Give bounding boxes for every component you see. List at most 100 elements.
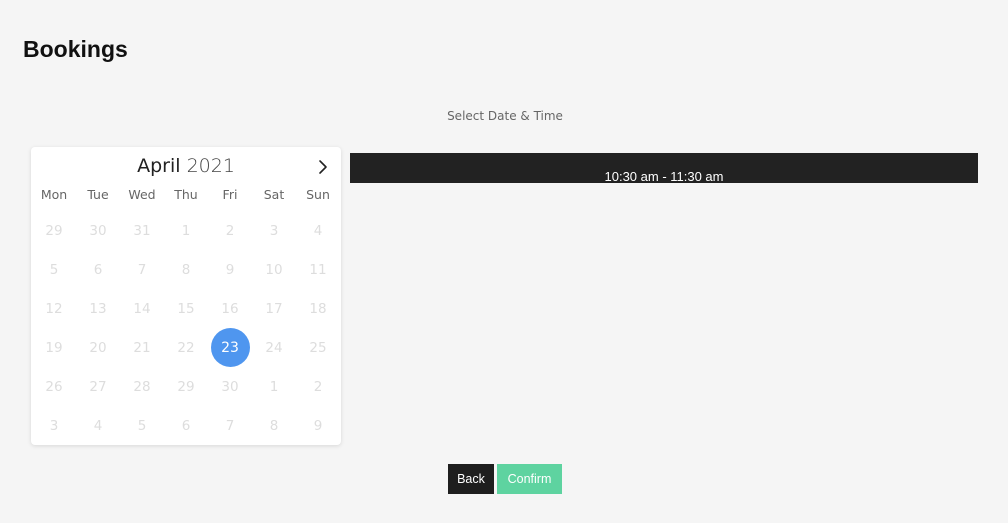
calendar-day[interactable]: 9 [208,250,252,289]
calendar-day-number: 8 [181,261,191,278]
calendar-day[interactable]: 8 [252,406,296,445]
calendar-day[interactable]: 24 [252,328,296,367]
calendar-day[interactable]: 6 [164,406,208,445]
calendar-header: April 2021 [31,155,341,179]
calendar-day[interactable]: 14 [120,289,164,328]
calendar-day[interactable]: 25 [296,328,340,367]
calendar-day-number: 30 [221,378,239,395]
calendar-day[interactable]: 30 [76,211,120,250]
next-month-button[interactable] [313,157,333,177]
calendar-day[interactable]: 12 [32,289,76,328]
date-picker-calendar: April 2021 Mon Tue Wed Thu Fri Sat Sun 29 30 31 1… [31,147,341,445]
weekday-label: Sun [306,187,330,202]
calendar-day-number: 6 [181,417,191,434]
weekday-label: Sat [263,187,285,202]
calendar-day[interactable]: 7 [120,250,164,289]
calendar-day-number: 27 [89,378,107,395]
calendar-day[interactable]: 7 [208,406,252,445]
weekday-label: Tue [87,187,109,202]
calendar-day-number: 31 [133,222,151,239]
calendar-day-number: 6 [93,261,103,278]
calendar-day-number: 22 [177,339,195,356]
calendar-day-number: 10 [265,261,283,278]
calendar-day[interactable]: 6 [76,250,120,289]
calendar-day-number: 16 [221,300,239,317]
select-date-time-label: Select Date & Time [447,109,563,123]
calendar-day-selected[interactable]: 23 [208,328,252,367]
calendar-day[interactable]: 8 [164,250,208,289]
calendar-day-number: 13 [89,300,107,317]
calendar-day[interactable]: 3 [32,406,76,445]
calendar-day-number: 17 [265,300,283,317]
calendar-day-number: 30 [89,222,107,239]
weekday-label: Mon [40,187,68,202]
calendar-day-number: 2 [313,378,323,395]
calendar-day-number: 9 [313,417,323,434]
calendar-day-number: 7 [137,261,147,278]
calendar-day-number: 29 [177,378,195,395]
calendar-day-number: 1 [269,378,279,395]
calendar-day-number: 1 [181,222,191,239]
calendar-day-number: 11 [309,261,327,278]
calendar-day-number: 8 [269,417,279,434]
calendar-day[interactable]: 29 [32,211,76,250]
calendar-day-number: 4 [313,222,323,239]
chevron-right-icon [319,160,327,174]
calendar-day-number: 19 [45,339,63,356]
calendar-day[interactable]: 28 [120,367,164,406]
calendar-day[interactable]: 26 [32,367,76,406]
calendar-day[interactable]: 3 [252,211,296,250]
calendar-day[interactable]: 9 [296,406,340,445]
calendar-day-number: 21 [133,339,151,356]
calendar-day[interactable]: 22 [164,328,208,367]
calendar-day-number: 12 [45,300,63,317]
calendar-day-number: 24 [265,339,283,356]
calendar-day[interactable]: 5 [32,250,76,289]
weekday-label: Fri [222,187,238,202]
calendar-day-number: 29 [45,222,63,239]
back-button[interactable]: Back [448,464,494,494]
calendar-month: April [137,155,181,177]
calendar-day[interactable]: 5 [120,406,164,445]
calendar-day[interactable]: 1 [252,367,296,406]
calendar-day-number: 23 [210,328,250,367]
calendar-day-number: 5 [137,417,147,434]
calendar-day-number: 15 [177,300,195,317]
calendar-day-number: 5 [49,261,59,278]
bookings-page: Bookings Select Date & Time April 2021 M… [0,0,1008,523]
calendar-day[interactable]: 2 [208,211,252,250]
calendar-day[interactable]: 20 [76,328,120,367]
calendar-day[interactable]: 16 [208,289,252,328]
time-slot-button[interactable]: 10:30 am - 11:30 am [350,153,978,183]
calendar-day-number: 2 [225,222,235,239]
weekday-label: Thu [174,187,198,202]
calendar-day[interactable]: 10 [252,250,296,289]
calendar-day-number: 7 [225,417,235,434]
calendar-day-number: 26 [45,378,63,395]
calendar-day[interactable]: 19 [32,328,76,367]
calendar-day-number: 28 [133,378,151,395]
calendar-day[interactable]: 11 [296,250,340,289]
calendar-day[interactable]: 29 [164,367,208,406]
calendar-day-number: 18 [309,300,327,317]
weekday-header-row: Mon Tue Wed Thu Fri Sat Sun [32,187,340,203]
calendar-day-number: 4 [93,417,103,434]
calendar-day[interactable]: 31 [120,211,164,250]
calendar-day-number: 3 [49,417,59,434]
calendar-day[interactable]: 21 [120,328,164,367]
calendar-day[interactable]: 2 [296,367,340,406]
page-title: Bookings [23,36,128,62]
calendar-day[interactable]: 27 [76,367,120,406]
calendar-day[interactable]: 4 [76,406,120,445]
calendar-day[interactable]: 18 [296,289,340,328]
calendar-day[interactable]: 4 [296,211,340,250]
calendar-day-grid: 29 30 31 1 2 3 4 5 6 7 8 9 10 11 12 13 14 15 16 17 18 19 20 21 2… [32,211,340,445]
calendar-day[interactable]: 13 [76,289,120,328]
calendar-day[interactable]: 30 [208,367,252,406]
calendar-day[interactable]: 15 [164,289,208,328]
confirm-button[interactable]: Confirm [497,464,562,494]
calendar-day[interactable]: 17 [252,289,296,328]
calendar-day-number: 20 [89,339,107,356]
weekday-label: Wed [128,187,156,202]
calendar-day[interactable]: 1 [164,211,208,250]
